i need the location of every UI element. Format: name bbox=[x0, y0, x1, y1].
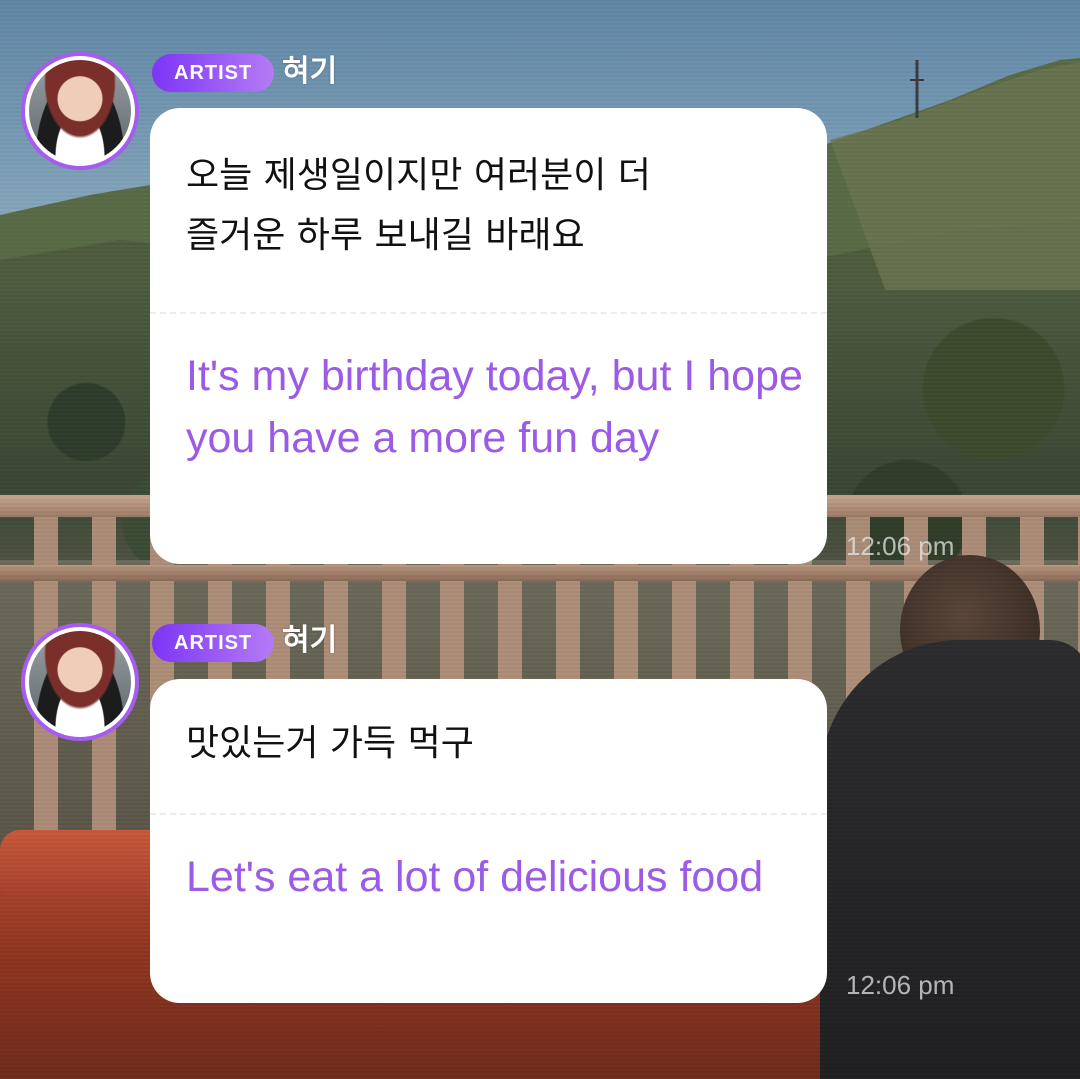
original-text: 맛있는거 가득 먹구 bbox=[186, 723, 474, 764]
artist-badge: ARTIST bbox=[152, 54, 275, 92]
artist-avatar[interactable] bbox=[21, 623, 139, 741]
message-bubble[interactable]: 오늘 제생일이지만 여러분이 더 즐거운 하루 보내길 바래요 It's my … bbox=[150, 108, 827, 564]
translation-text: Let's eat a lot of delicious food bbox=[186, 853, 764, 901]
message-timestamp: 12:06 pm bbox=[846, 970, 955, 1000]
original-text: 오늘 제생일이지만 여러분이 더 즐거운 하루 보내길 바래요 bbox=[186, 155, 651, 256]
message-timestamp: 12:06 pm bbox=[846, 531, 955, 561]
artist-avatar[interactable] bbox=[21, 52, 139, 170]
translation-divider bbox=[150, 813, 827, 815]
profile-photo-icon bbox=[29, 631, 131, 733]
translation-text: It's my birthday today, but I hope you h… bbox=[186, 352, 803, 462]
artist-badge: ARTIST bbox=[152, 624, 275, 662]
translation-divider bbox=[150, 312, 827, 314]
author-name[interactable]: 혀기 bbox=[282, 621, 337, 661]
author-name[interactable]: 혀기 bbox=[282, 52, 337, 92]
profile-photo-icon bbox=[29, 60, 131, 162]
message-bubble[interactable]: 맛있는거 가득 먹구 Let's eat a lot of delicious … bbox=[150, 679, 827, 1003]
